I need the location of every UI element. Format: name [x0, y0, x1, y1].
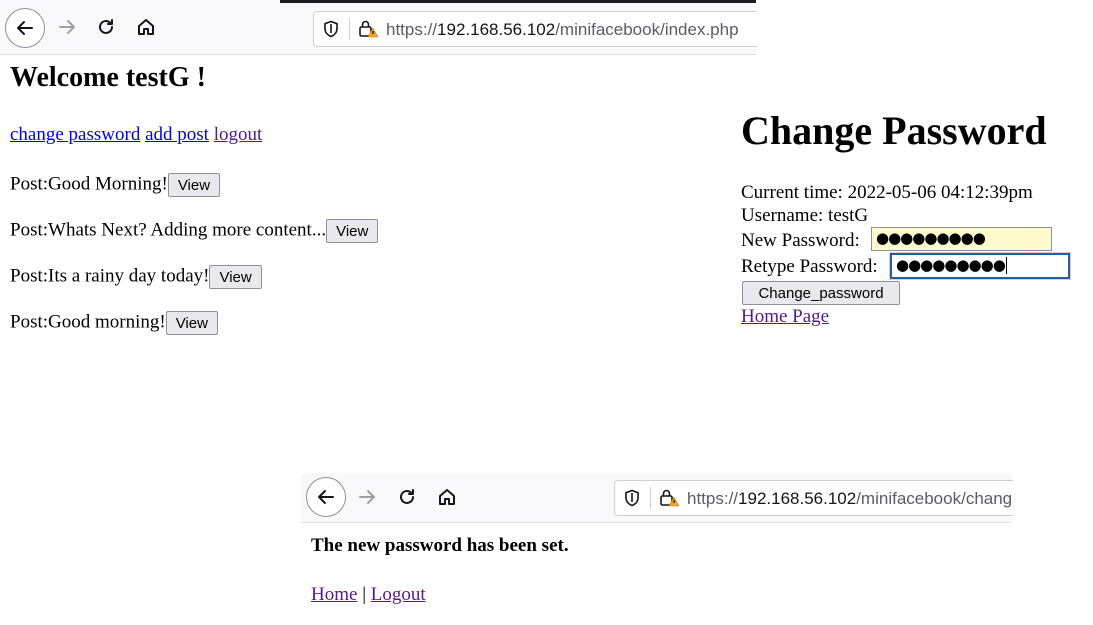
url-separator: [650, 487, 651, 509]
home-link[interactable]: Home: [311, 584, 357, 605]
back-arrow-icon: [318, 490, 334, 504]
browser-toolbar-2: https://192.168.56.102/minifacebook/chan…: [301, 473, 1013, 522]
reload-icon: [99, 19, 113, 34]
home-button[interactable]: [131, 12, 161, 42]
forward-button[interactable]: [352, 482, 382, 512]
confirmation-links: Home | Logout: [311, 584, 426, 606]
change-password-button[interactable]: Change_password: [742, 281, 900, 305]
view-post-button[interactable]: View: [165, 311, 218, 335]
shield-icon: [324, 20, 338, 38]
post-text: Post:Its a rainy day today!: [10, 265, 210, 287]
post-item: Post:Whats Next? Adding more content... V…: [10, 219, 379, 243]
view-post-button[interactable]: View: [167, 173, 221, 197]
url-bar[interactable]: https://192.168.56.102/minifacebook/inde…: [313, 11, 757, 47]
url-host: 192.168.56.102: [738, 489, 857, 508]
add-post-link[interactable]: add post: [145, 124, 209, 145]
post-item: Post:Good Morning! View: [10, 173, 221, 197]
home-icon: [439, 489, 455, 505]
url-bar[interactable]: https://192.168.56.102/minifacebook/chan…: [614, 480, 1013, 516]
post-item: Post:Its a rainy day today! View: [10, 265, 262, 289]
reload-button[interactable]: [392, 482, 422, 512]
forward-button[interactable]: [52, 12, 82, 42]
insecure-lock-icon[interactable]: [358, 19, 380, 39]
retype-password-value: ●●●●●●●●●: [896, 256, 1006, 274]
forward-arrow-icon: [59, 20, 75, 34]
view-post-button[interactable]: View: [326, 219, 379, 243]
home-button[interactable]: [432, 482, 462, 512]
post-text: Post:Good morning!: [10, 311, 166, 333]
url-path: /minifacebook/chang: [856, 489, 1013, 508]
back-button[interactable]: [5, 8, 45, 48]
logout-link[interactable]: logout: [214, 124, 263, 145]
retype-password-label: Retype Password:: [741, 256, 878, 277]
url-prefix: https://: [687, 489, 739, 508]
change-password-title: Change Password: [741, 108, 1047, 153]
welcome-heading: Welcome testG !: [10, 62, 206, 93]
home-icon: [138, 19, 154, 35]
retype-password-input[interactable]: ●●●●●●●●●: [890, 253, 1070, 279]
view-post-button[interactable]: View: [209, 265, 262, 289]
browser-toolbar: https://192.168.56.102/minifacebook/inde…: [0, 0, 757, 54]
reload-button[interactable]: [91, 12, 121, 42]
change-password-link[interactable]: change password: [10, 124, 140, 145]
back-button[interactable]: [306, 477, 346, 517]
insecure-lock-icon[interactable]: [659, 488, 681, 508]
link-separator: |: [362, 584, 366, 605]
shield-icon: [625, 489, 639, 507]
url-text[interactable]: https://192.168.56.102/minifacebook/inde…: [386, 20, 739, 40]
tab-strip-accent: [280, 0, 756, 3]
back-arrow-icon: [17, 21, 33, 35]
current-time: Current time: 2022-05-06 04:12:39pm: [741, 182, 1033, 203]
username-label: Username: testG: [741, 205, 869, 226]
new-password-input[interactable]: ●●●●●●●●●: [871, 227, 1052, 251]
home-page-link[interactable]: Home Page: [741, 306, 829, 328]
logout-link[interactable]: Logout: [371, 584, 426, 605]
text-cursor: [1005, 257, 1007, 274]
toolbar-divider: [0, 54, 756, 55]
url-path: /minifacebook/index.php: [555, 20, 739, 39]
post-item: Post:Good morning! View: [10, 311, 218, 335]
nav-links: change password add post logout: [10, 124, 262, 146]
post-text: Post:Good Morning!: [10, 173, 168, 195]
toolbar-divider-2: [301, 522, 1012, 523]
url-text[interactable]: https://192.168.56.102/minifacebook/chan…: [687, 489, 1012, 509]
url-prefix: https://: [386, 20, 438, 39]
new-password-label: New Password:: [741, 230, 860, 251]
post-text: Post:Whats Next? Adding more content...: [10, 219, 327, 241]
url-host: 192.168.56.102: [437, 20, 556, 39]
forward-arrow-icon: [359, 490, 375, 504]
url-separator: [349, 18, 350, 40]
reload-icon: [400, 489, 414, 504]
success-message: The new password has been set.: [311, 535, 569, 556]
